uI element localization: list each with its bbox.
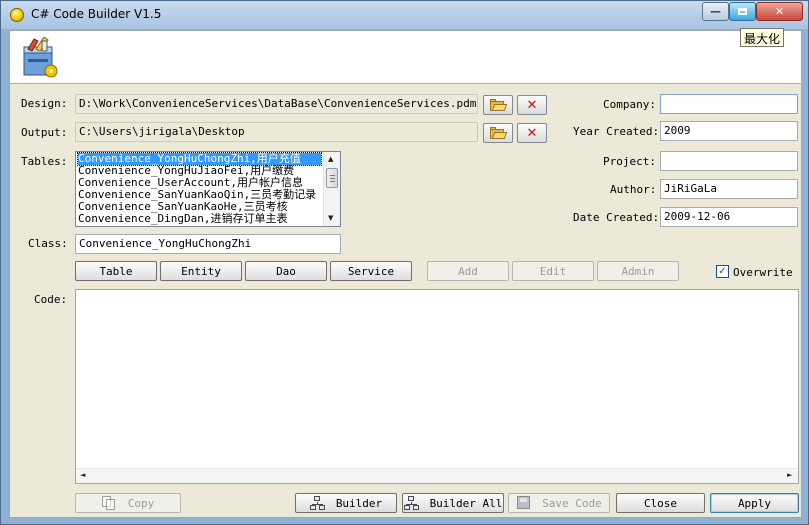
title-bar[interactable]: C# Code Builder V1.5 — ✕ [1, 1, 808, 29]
design-path-field[interactable]: D:\Work\ConvenienceServices\DataBase\Con… [75, 94, 478, 114]
service-button[interactable]: Service [330, 261, 412, 281]
copy-icon [101, 496, 118, 510]
table-button[interactable]: Table [75, 261, 157, 281]
close-icon: ✕ [774, 5, 785, 18]
red-x-icon: ✕ [526, 97, 538, 113]
author-label: Author: [610, 183, 657, 196]
add-button-label: Add [458, 264, 478, 278]
author-field[interactable]: JiRiGaLa [660, 179, 798, 199]
tree-icon [309, 496, 326, 510]
clear-design-button[interactable]: ✕ [517, 95, 547, 115]
scroll-left-icon[interactable]: ◄ [80, 471, 85, 479]
scroll-right-icon[interactable]: ► [787, 471, 792, 479]
design-label: Design: [21, 97, 68, 110]
toolbox-logo-icon [23, 37, 58, 78]
entity-button[interactable]: Entity [160, 261, 242, 281]
red-x-icon: ✕ [526, 125, 538, 141]
form-body: Design: D:\Work\ConvenienceServices\Data… [9, 30, 802, 518]
service-button-label: Service [347, 264, 395, 278]
clear-output-button[interactable]: ✕ [517, 123, 547, 143]
code-label: Code: [34, 293, 68, 306]
scroll-thumb[interactable] [326, 168, 338, 188]
maximize-tooltip: 最大化 [740, 28, 785, 47]
builder-all-button-label: Builder All [429, 496, 503, 510]
output-label: Output: [21, 126, 68, 139]
app-icon [10, 8, 24, 22]
edit-button-label: Edit [539, 264, 567, 278]
add-button[interactable]: Add [427, 261, 509, 281]
save-code-button[interactable]: Save Code [508, 493, 610, 513]
tree-icon [403, 496, 420, 510]
tables-label: Tables: [21, 155, 68, 168]
year-created-label: Year Created: [573, 125, 660, 138]
browse-output-button[interactable] [483, 123, 513, 143]
table-button-label: Table [99, 264, 133, 278]
minimize-icon: — [710, 5, 721, 18]
header-banner [10, 31, 801, 84]
builder-button-label: Builder [335, 496, 383, 510]
scroll-down-icon[interactable]: ▼ [328, 214, 333, 222]
builder-button[interactable]: Builder [295, 493, 397, 513]
code-hscrollbar[interactable]: ◄ ► [76, 468, 798, 483]
project-label: Project: [603, 155, 656, 168]
checkmark-icon: ✓ [718, 266, 727, 277]
entity-button-label: Entity [181, 264, 221, 278]
admin-button-label: Admin [621, 264, 655, 278]
close-window-button[interactable]: ✕ [756, 2, 803, 21]
folder-open-icon [490, 127, 508, 139]
application-window: C# Code Builder V1.5 — ✕ Design: D:\Work… [0, 0, 809, 525]
folder-open-icon [490, 99, 508, 111]
dao-button[interactable]: Dao [245, 261, 327, 281]
company-label: Company: [603, 98, 656, 111]
scroll-up-icon[interactable]: ▲ [328, 155, 333, 163]
admin-button[interactable]: Admin [597, 261, 679, 281]
maximize-icon [738, 8, 747, 15]
class-label: Class: [28, 237, 68, 250]
date-created-field[interactable]: 2009-12-06 [660, 207, 798, 227]
project-field[interactable] [660, 151, 798, 171]
close-button-label: Close [643, 496, 678, 510]
apply-button-label: Apply [737, 496, 772, 510]
browse-design-button[interactable] [483, 95, 513, 115]
code-editor[interactable]: ◄ ► [75, 289, 799, 484]
save-code-button-label: Save Code [542, 496, 602, 510]
list-item[interactable]: Convenience_DingDan,进销存订单主表 [78, 213, 287, 225]
date-created-label: Date Created: [573, 211, 660, 224]
close-button[interactable]: Close [616, 493, 705, 513]
copy-button[interactable]: Copy [75, 493, 181, 513]
edit-button[interactable]: Edit [512, 261, 594, 281]
dao-button-label: Dao [276, 264, 296, 278]
apply-button[interactable]: Apply [710, 493, 799, 513]
year-created-field[interactable]: 2009 [660, 121, 798, 141]
overwrite-label[interactable]: Overwrite [733, 266, 793, 279]
maximize-button[interactable] [729, 2, 756, 21]
company-field[interactable] [660, 94, 798, 114]
floppy-disk-icon [516, 496, 532, 510]
copy-button-label: Copy [127, 496, 155, 510]
minimize-button[interactable]: — [702, 2, 729, 21]
class-field[interactable]: Convenience_YongHuChongZhi [75, 234, 341, 254]
output-path-field[interactable]: C:\Users\jirigala\Desktop [75, 122, 478, 142]
window-title: C# Code Builder V1.5 [31, 7, 162, 21]
tables-listbox[interactable]: Convenience_YongHuChongZhi,用户充值 Convenie… [75, 151, 341, 227]
builder-all-button[interactable]: Builder All [402, 493, 504, 513]
overwrite-checkbox[interactable]: ✓ [716, 265, 729, 278]
tables-scrollbar[interactable]: ▲ ▼ [323, 152, 340, 226]
